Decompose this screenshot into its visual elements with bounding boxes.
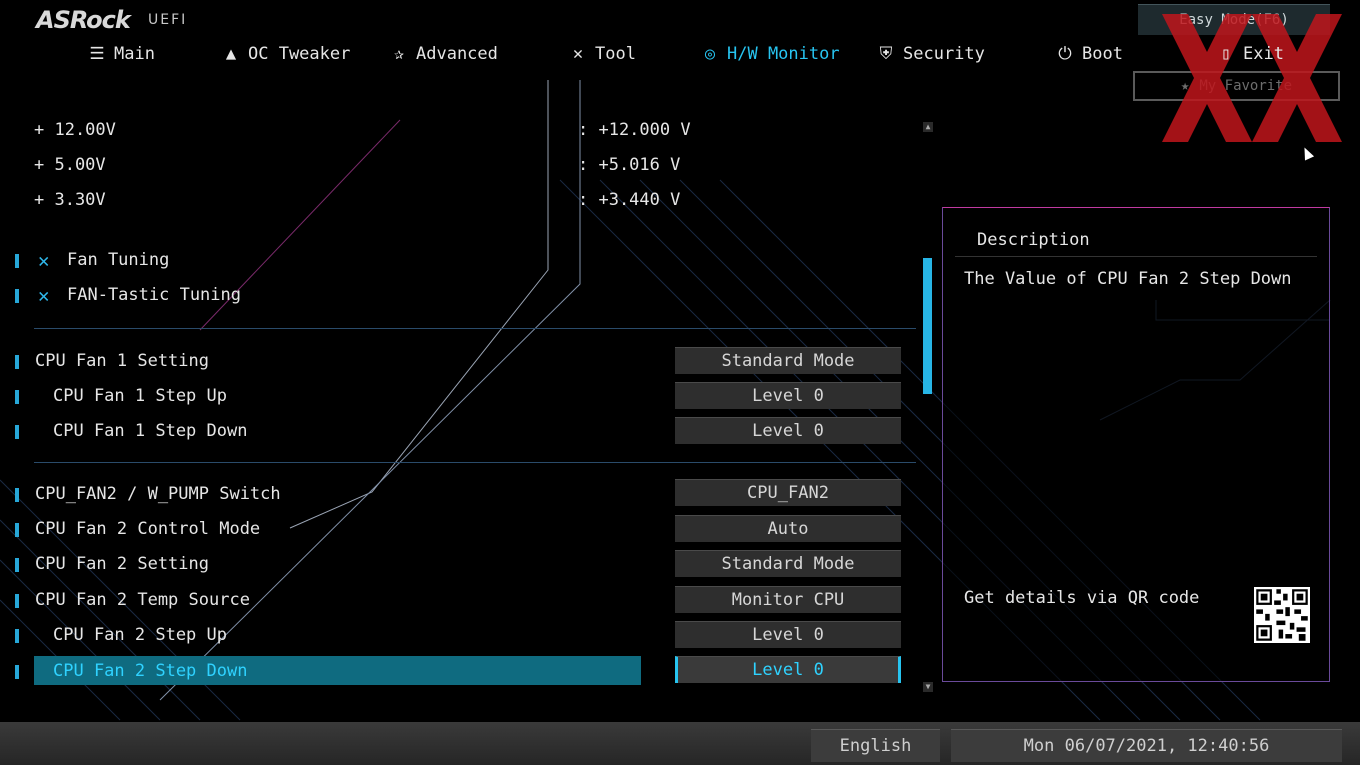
- tab-tool-label: Tool: [595, 44, 636, 64]
- voltage-label-3v3: + 3.30V: [34, 190, 106, 210]
- tab-hw-monitor-label: H/W Monitor: [727, 44, 840, 64]
- voltage-value-5v: : +5.016 V: [578, 155, 681, 175]
- setting-value-box[interactable]: Level 0: [675, 382, 901, 409]
- wrench-icon: ✕: [38, 250, 50, 272]
- scroll-down-arrow-icon[interactable]: ▼: [923, 682, 933, 692]
- star-icon: ✰: [393, 44, 405, 64]
- setting-label: CPU Fan 1 Setting: [35, 351, 209, 371]
- datetime-display: Mon 06/07/2021, 12:40:56: [951, 729, 1342, 762]
- uefi-label: UEFI: [148, 12, 188, 28]
- setting-label: CPU Fan 1 Step Down: [53, 421, 248, 441]
- setting-value-box[interactable]: Standard Mode: [675, 550, 901, 577]
- voltage-label-12v: + 12.00V: [34, 120, 116, 140]
- section-divider: [34, 462, 916, 463]
- setting-label: CPU Fan 1 Step Up: [53, 386, 227, 406]
- setting-label: CPU Fan 2 Control Mode: [35, 519, 261, 539]
- row-marker: [15, 390, 19, 404]
- row-marker: [15, 558, 19, 572]
- voltage-label-5v: + 5.00V: [34, 155, 106, 175]
- power-icon: ⏻: [1058, 44, 1072, 64]
- setting-label: CPU Fan 2 Temp Source: [35, 590, 250, 610]
- row-marker: [15, 425, 19, 439]
- shield-icon: ⛨: [879, 44, 893, 64]
- voltage-value-3v3: : +3.440 V: [578, 190, 681, 210]
- tab-exit-label: Exit: [1243, 44, 1284, 64]
- language-button[interactable]: English: [811, 729, 940, 762]
- setting-value-box[interactable]: Level 0: [675, 417, 901, 444]
- row-marker: [15, 523, 19, 537]
- rocket-icon: ▲: [225, 44, 237, 64]
- row-marker: [15, 665, 19, 679]
- row-marker: [15, 629, 19, 643]
- list-icon: ☰: [89, 44, 105, 64]
- setting-label: CPU_FAN2 / W_PUMP Switch: [35, 484, 281, 504]
- setting-value-box[interactable]: CPU_FAN2: [675, 479, 901, 506]
- tab-advanced-label: Advanced: [416, 44, 498, 64]
- tools-icon: ✕: [572, 44, 584, 64]
- fan-tuning-label: Fan Tuning: [67, 250, 170, 270]
- tab-main-label: Main: [114, 44, 155, 64]
- row-marker: [15, 594, 19, 608]
- setting-label: CPU Fan 2 Setting: [35, 554, 209, 574]
- tab-oc-tweaker-label: OC Tweaker: [248, 44, 351, 64]
- fan-tuning-item[interactable]: ✕ Fan Tuning: [0, 246, 640, 274]
- tab-oc-tweaker[interactable]: ▲ OC Tweaker: [222, 40, 350, 68]
- tab-hw-monitor[interactable]: ◎ H/W Monitor: [701, 40, 840, 68]
- section-divider: [34, 328, 916, 329]
- description-title: Description: [977, 230, 1090, 250]
- scroll-up-arrow-icon[interactable]: ▲: [923, 122, 933, 132]
- setting-label: CPU Fan 2 Step Up: [53, 625, 227, 645]
- tab-boot-label: Boot: [1082, 44, 1123, 64]
- asrock-logo: ASRock: [36, 6, 131, 34]
- tab-security[interactable]: ⛨ Security: [877, 40, 985, 68]
- wrench-icon: ✕: [38, 285, 50, 307]
- tab-exit[interactable]: ▯ Exit: [1217, 40, 1284, 68]
- description-divider: [955, 256, 1317, 257]
- watermark-logo: [1162, 14, 1342, 142]
- scrollbar[interactable]: [923, 125, 933, 693]
- fan-tastic-tuning-label: FAN-Tastic Tuning: [67, 285, 241, 305]
- qr-caption: Get details via QR code: [964, 588, 1200, 608]
- row-marker: [15, 289, 19, 303]
- row-marker: [15, 254, 19, 268]
- row-marker: [15, 488, 19, 502]
- qr-code-icon: [1254, 587, 1310, 643]
- monitor-icon: ◎: [704, 44, 716, 64]
- description-panel: Description The Value of CPU Fan 2 Step …: [942, 207, 1330, 682]
- tab-main[interactable]: ☰ Main: [88, 40, 155, 68]
- description-text: The Value of CPU Fan 2 Step Down: [964, 269, 1292, 289]
- fan-tastic-tuning-item[interactable]: ✕ FAN-Tastic Tuning: [0, 281, 640, 309]
- setting-value-box[interactable]: Monitor CPU: [675, 586, 901, 613]
- row-marker: [15, 355, 19, 369]
- voltage-value-12v: : +12.000 V: [578, 120, 691, 140]
- exit-icon: ▯: [1220, 44, 1232, 64]
- setting-label: CPU Fan 2 Step Down: [53, 661, 248, 681]
- scrollbar-thumb[interactable]: [923, 258, 932, 394]
- tab-boot[interactable]: ⏻ Boot: [1056, 40, 1123, 68]
- setting-value-box[interactable]: Standard Mode: [675, 347, 901, 374]
- tab-tool[interactable]: ✕ Tool: [569, 40, 636, 68]
- tab-security-label: Security: [903, 44, 985, 64]
- setting-value-box[interactable]: Auto: [675, 515, 901, 542]
- setting-value-box-selected[interactable]: Level 0: [675, 656, 901, 683]
- tab-advanced[interactable]: ✰ Advanced: [390, 40, 498, 68]
- setting-value-box[interactable]: Level 0: [675, 621, 901, 648]
